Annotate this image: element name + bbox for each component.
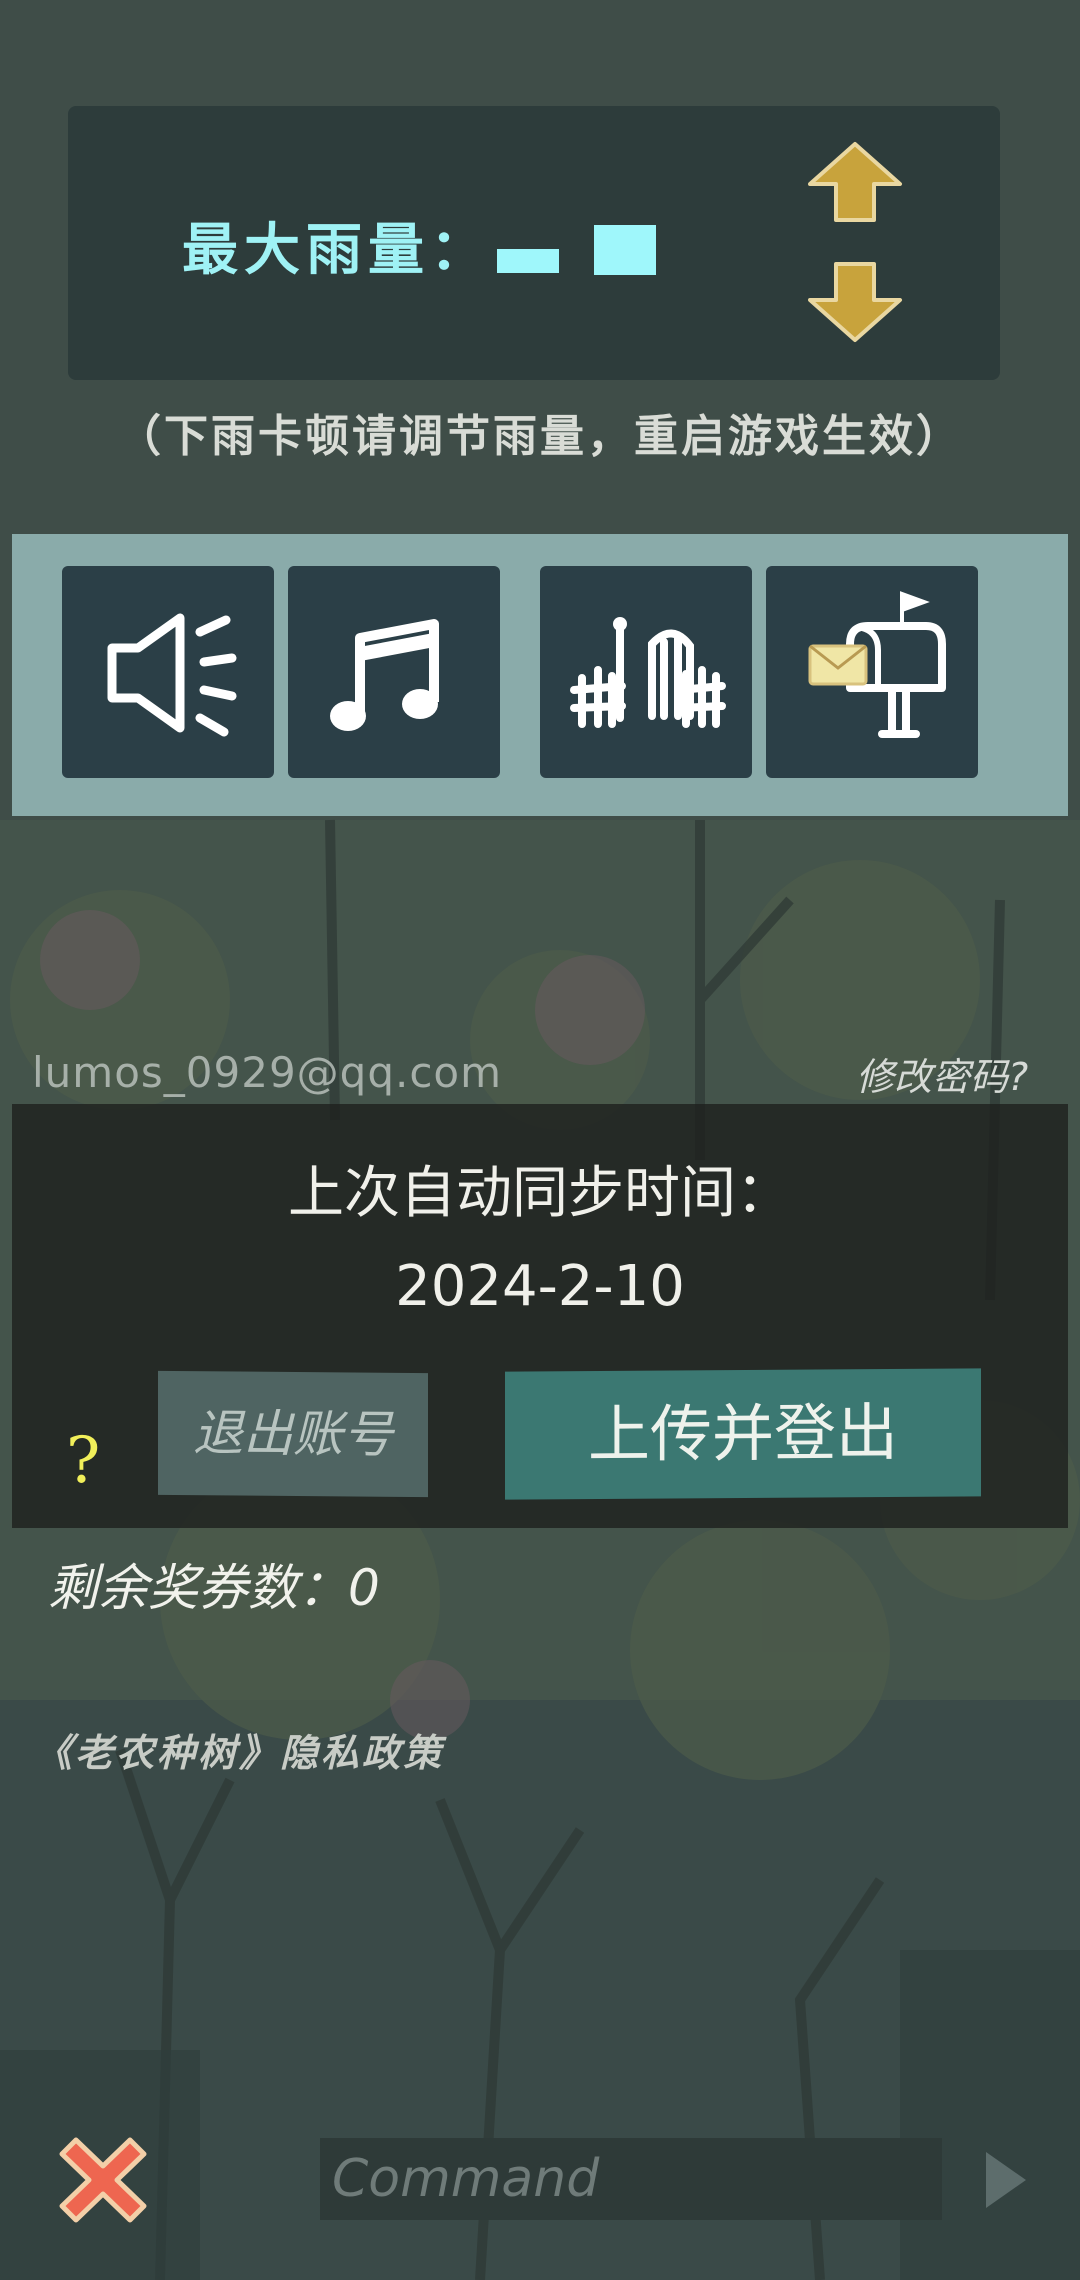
help-button[interactable]: ? bbox=[66, 1424, 100, 1498]
last-sync-title: 上次自动同步时间： bbox=[288, 1161, 792, 1226]
rain-hint-text: （下雨卡顿请调节雨量，重启游戏生效） bbox=[117, 411, 963, 462]
mailbox-icon bbox=[808, 591, 946, 738]
arrow-up-icon[interactable] bbox=[806, 140, 904, 226]
mailbox-button[interactable] bbox=[766, 566, 978, 778]
account-email: lumos_0929@qq.com bbox=[32, 1048, 503, 1097]
command-input[interactable] bbox=[320, 2138, 942, 2220]
music-icon bbox=[330, 619, 439, 731]
max-rain-label: 最大雨量： bbox=[182, 217, 492, 283]
close-icon[interactable] bbox=[56, 2132, 150, 2226]
fence-gate-icon bbox=[570, 617, 726, 728]
logout-button[interactable]: 退出账号 bbox=[158, 1370, 428, 1498]
upload-and-logout-button[interactable]: 上传并登出 bbox=[505, 1368, 981, 1500]
rain-level-bar-1 bbox=[497, 249, 559, 273]
last-sync-date: 2024-2-10 bbox=[395, 1254, 685, 1319]
privacy-policy-link[interactable]: 《老农种树》隐私政策 bbox=[34, 1722, 444, 1777]
sound-toggle-button[interactable] bbox=[62, 566, 274, 778]
arrow-down-icon[interactable] bbox=[806, 258, 904, 344]
remaining-tickets: 剩余奖券数：0 bbox=[48, 1559, 380, 1617]
rain-level-bar-2 bbox=[594, 225, 656, 275]
sound-icon bbox=[107, 613, 237, 737]
music-toggle-button[interactable] bbox=[288, 566, 500, 778]
send-arrow-icon[interactable] bbox=[980, 2148, 1030, 2212]
fence-gate-button[interactable] bbox=[540, 566, 752, 778]
change-password-link[interactable]: 修改密码? bbox=[856, 1046, 1028, 1101]
